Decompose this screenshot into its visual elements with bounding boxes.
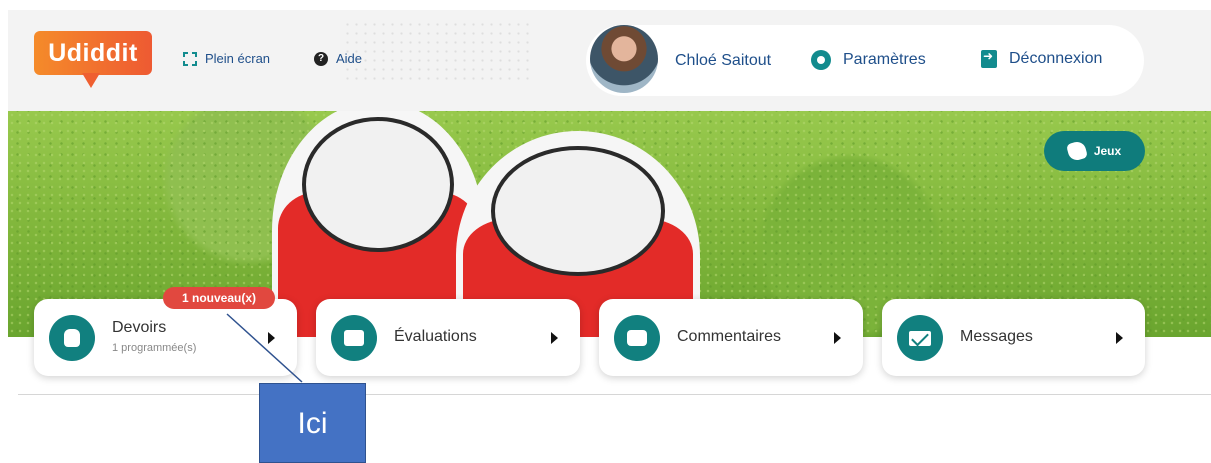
divider [18,394,1211,395]
envelope-icon [897,315,943,361]
card-title: Messages [960,328,1033,345]
logo-tail [82,73,100,88]
fullscreen-link[interactable]: Plein écran [183,51,270,66]
fullscreen-label: Plein écran [205,51,271,66]
card-messages[interactable]: Messages [882,299,1145,376]
clipboard-icon [331,315,377,361]
comments-icon [614,315,660,361]
backpack-icon [49,315,95,361]
avatar[interactable] [590,25,658,93]
app-logo[interactable]: Udiddit [34,31,152,75]
card-title: Évaluations [394,328,477,345]
card-title: Commentaires [677,328,782,345]
card-title: Devoirs [112,319,167,336]
chevron-right-icon [1116,332,1123,344]
chevron-right-icon [834,332,841,344]
card-subtitle: 1 programmée(s) [112,342,197,354]
chevron-right-icon [551,332,558,344]
puzzle-icon [1065,139,1088,163]
card-evaluations[interactable]: Évaluations [316,299,580,376]
games-label: Jeux [1093,144,1122,158]
decorative-dots [343,20,533,80]
card-devoirs[interactable]: Devoirs 1 programmée(s) [34,299,297,376]
logout-label: Déconnexion [1009,50,1103,67]
new-badge: 1 nouveau(x) [163,287,275,309]
help-link[interactable]: ? Aide [314,51,362,66]
settings-link[interactable]: Paramètres [811,50,926,70]
settings-label: Paramètres [843,51,926,68]
help-label: Aide [336,51,363,66]
user-name[interactable]: Chloé Saitout [675,52,771,70]
annotation-label: Ici [259,383,366,463]
logout-link[interactable]: Déconnexion [981,49,1103,68]
games-button[interactable]: Jeux [1044,131,1145,171]
gear-icon [811,50,831,70]
chevron-right-icon [268,332,275,344]
card-commentaires[interactable]: Commentaires [599,299,863,376]
fullscreen-icon [183,51,197,66]
help-icon: ? [314,51,328,66]
logout-icon [981,49,997,68]
